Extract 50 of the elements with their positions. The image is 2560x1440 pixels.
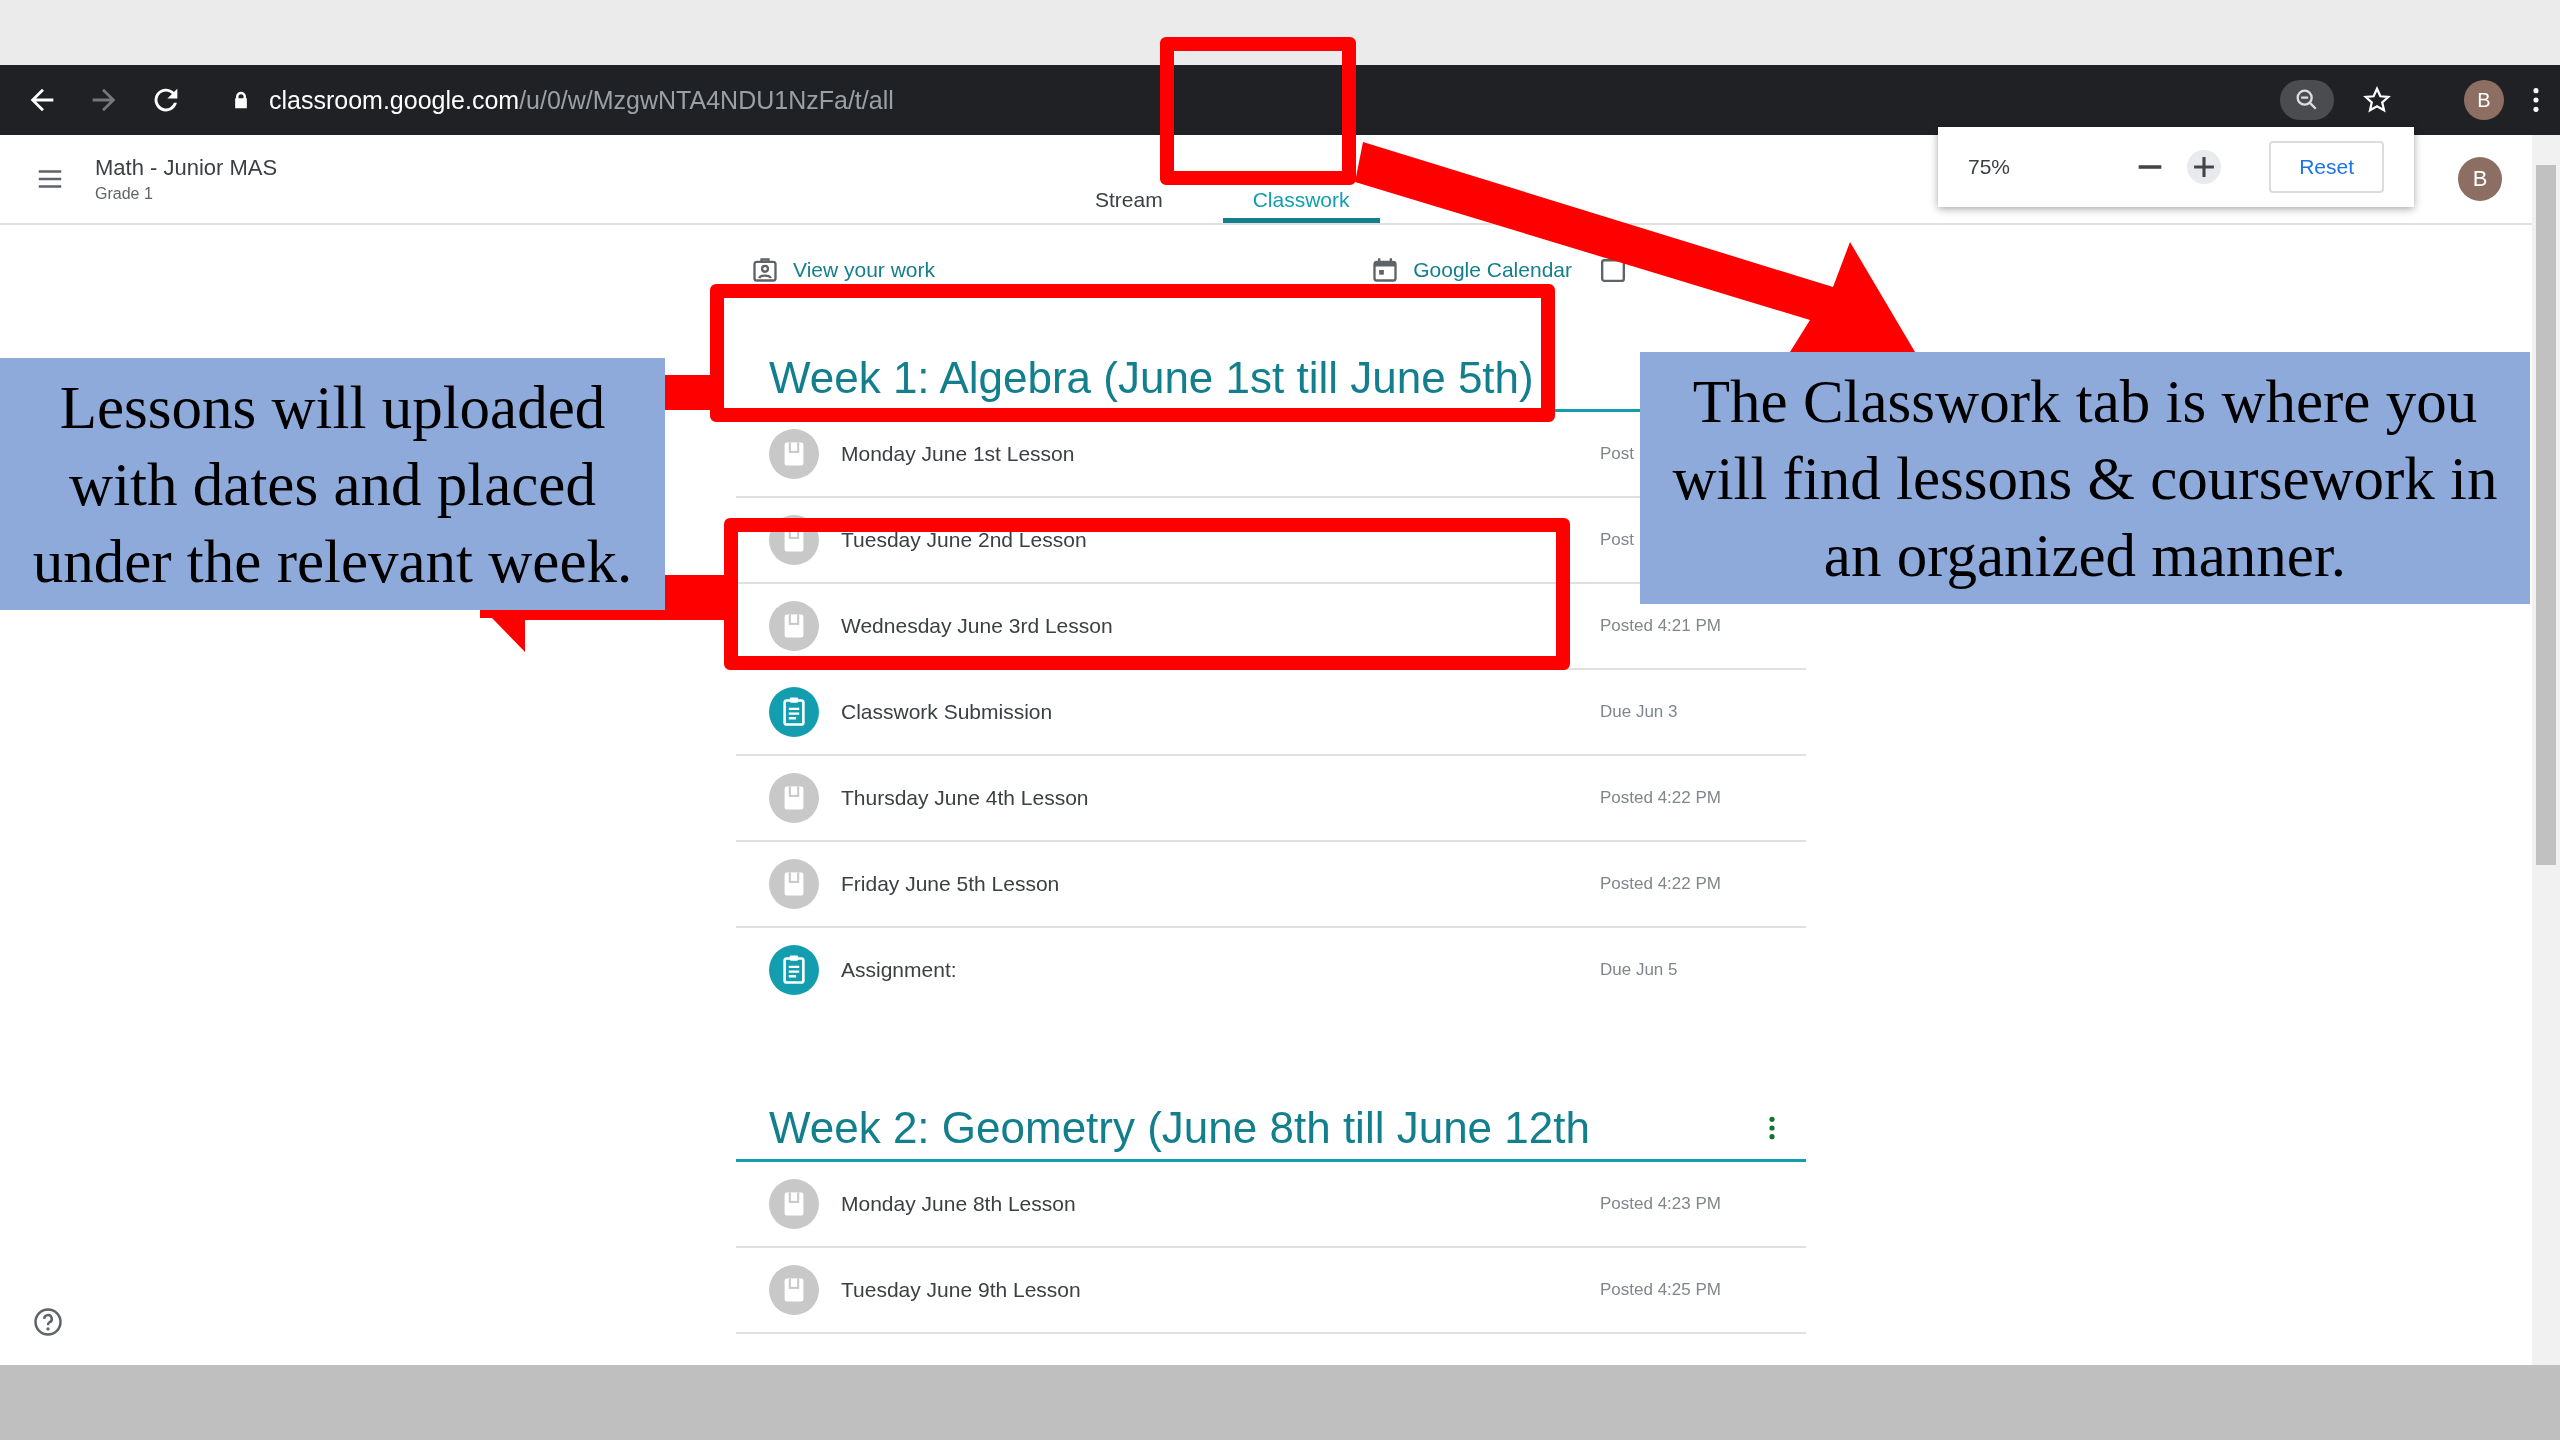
item-date: Posted 4:21 PM <box>1600 616 1722 636</box>
zoom-in-icon[interactable] <box>2187 150 2222 184</box>
item-date: Due Jun 5 <box>1600 960 1679 980</box>
item-title[interactable]: Tuesday June 2nd Lesson <box>841 528 1087 551</box>
item-date: Posted 4:23 PM <box>1600 1194 1722 1214</box>
user-avatar[interactable]: B <box>2458 157 2502 201</box>
link[interactable]: View your work <box>751 256 935 284</box>
book-icon <box>769 429 819 479</box>
calendar-icon <box>1371 256 1400 284</box>
item-date: Post <box>1600 530 1636 550</box>
assignment-icon <box>769 687 819 737</box>
assignment-icon <box>769 945 819 995</box>
zoom-level: 75% <box>1968 155 2012 179</box>
class-title[interactable]: Math - Junior MAS <box>95 155 1035 181</box>
item-title[interactable]: Monday June 8th Lesson <box>841 1192 1076 1215</box>
profile-avatar[interactable]: B <box>2464 80 2504 120</box>
tab[interactable]: Stream <box>1065 188 1193 223</box>
book-icon <box>769 773 819 823</box>
topic-heading: Week 1: Algebra (June 1st till June 5th) <box>769 353 1534 403</box>
item-title[interactable]: Friday June 5th Lesson <box>841 872 1060 895</box>
book-icon <box>769 1265 819 1315</box>
portrait-icon <box>751 256 779 284</box>
reset-button[interactable]: Reset <box>2269 141 2384 193</box>
book-icon <box>769 859 819 909</box>
item-date: Posted 4:25 PM <box>1600 1280 1722 1300</box>
callout-text: Lessons will uploaded with dates and placed under the relevant week. <box>31 372 634 597</box>
item-title[interactable]: Thursday June 4th Lesson <box>841 786 1089 809</box>
book-icon <box>769 1179 819 1229</box>
url-text: classroom.google.com/u/0/w/MzgwNTA4NDU1NzFa/t/all <box>269 85 895 115</box>
zoom-icon[interactable] <box>2280 80 2334 120</box>
callout-text: The Classwork tab is where you will find lessons & coursework in an organized manner. <box>1671 366 2499 591</box>
item-title[interactable]: Assignment: <box>841 958 957 981</box>
item-title[interactable]: Monday June 1st Lesson <box>841 442 1075 465</box>
link[interactable]: Google Calendar <box>1371 256 1572 284</box>
star-icon[interactable] <box>2362 85 2392 115</box>
book-icon <box>769 515 819 565</box>
item-title[interactable]: Classwork Submission <box>841 700 1053 723</box>
item-date: Post <box>1600 444 1636 464</box>
topic-heading: Week 2: Geometry (June 8th till June 12th <box>769 1103 1590 1153</box>
item-date: Due Jun 3 <box>1600 702 1679 722</box>
book-icon <box>769 601 819 651</box>
item-date: Posted 4:22 PM <box>1600 874 1722 894</box>
help-icon[interactable] <box>33 1307 63 1337</box>
item-title[interactable]: Wednesday June 3rd Lesson <box>841 614 1113 637</box>
scrollbar[interactable] <box>2532 135 2560 1365</box>
item-title[interactable]: Tuesday June 9th Lesson <box>841 1278 1081 1301</box>
item-date: Posted 4:22 PM <box>1600 788 1722 808</box>
more-icon[interactable] <box>2532 86 2540 114</box>
class-section: Grade 1 <box>95 185 1035 203</box>
folder-icon[interactable] <box>1600 257 1626 283</box>
